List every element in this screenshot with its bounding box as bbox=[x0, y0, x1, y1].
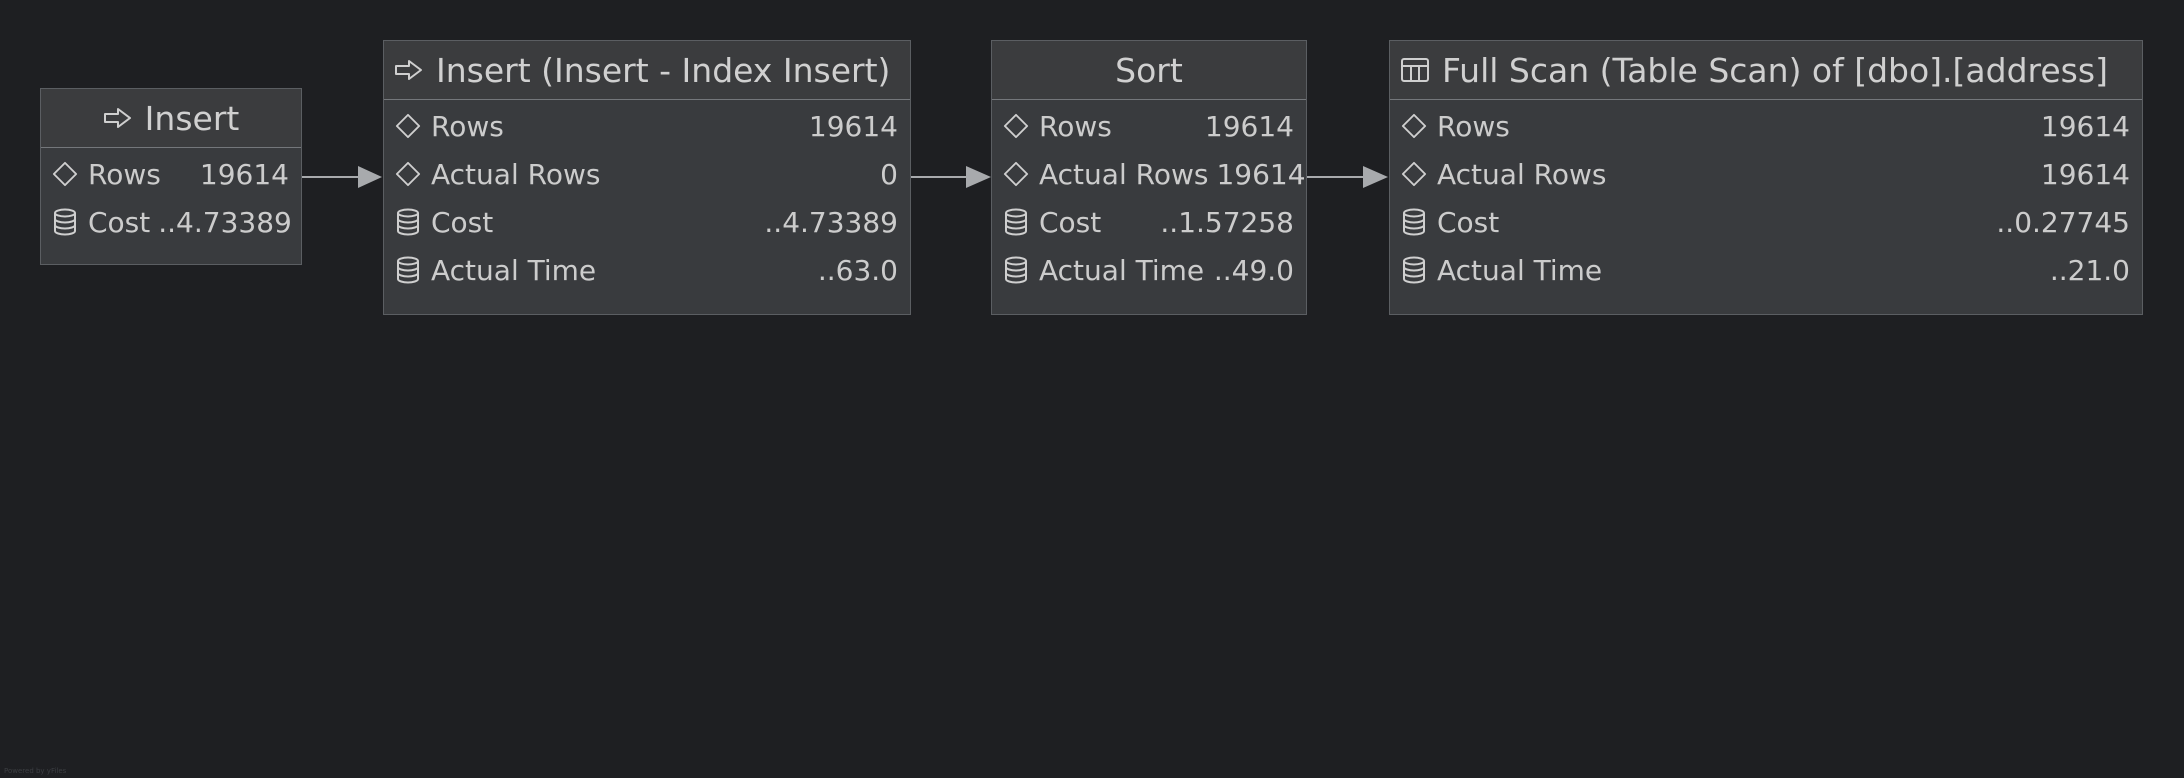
edge-0-1 bbox=[302, 166, 382, 188]
stat-label: Rows bbox=[431, 109, 504, 143]
node-title: Insert bbox=[144, 98, 240, 138]
stat-value: 19614 bbox=[2040, 157, 2130, 191]
stat-value: ..49.0 bbox=[1213, 253, 1294, 287]
stat-label: Actual Time bbox=[1039, 253, 1205, 287]
diamond-icon bbox=[1401, 160, 1427, 188]
node-title: Full Scan (Table Scan) of [dbo].[address… bbox=[1442, 50, 2108, 90]
diamond-icon bbox=[1003, 160, 1029, 188]
stat-row-rows: Rows 19614 bbox=[1390, 102, 2142, 150]
stat-label: Actual Rows bbox=[1039, 157, 1209, 191]
stat-value: ..63.0 bbox=[817, 253, 898, 287]
stat-label: Actual Time bbox=[431, 253, 597, 287]
stat-row-cost: Cost ..4.73389 bbox=[384, 198, 910, 246]
stat-label: Rows bbox=[1039, 109, 1112, 143]
stat-row-actual-rows: Actual Rows 19614 bbox=[1390, 150, 2142, 198]
stat-value: 19614 bbox=[1216, 157, 1306, 191]
credit-text: Powered by yFiles bbox=[4, 767, 67, 775]
node-title: Sort bbox=[1115, 50, 1183, 90]
database-icon bbox=[395, 256, 421, 284]
stat-row-actual-rows: Actual Rows 19614 bbox=[992, 150, 1306, 198]
stat-value: 19614 bbox=[808, 109, 898, 143]
stat-value: 19614 bbox=[199, 157, 289, 191]
arrow-right-icon bbox=[103, 106, 133, 130]
stat-row-actual-rows: Actual Rows 0 bbox=[384, 150, 910, 198]
stat-row-actual-time: Actual Time ..49.0 bbox=[992, 246, 1306, 294]
stat-label: Cost bbox=[1437, 205, 1500, 239]
stat-value: 19614 bbox=[1204, 109, 1294, 143]
stat-row-actual-time: Actual Time ..63.0 bbox=[384, 246, 910, 294]
stat-value: ..4.73389 bbox=[764, 205, 898, 239]
stat-label: Rows bbox=[1437, 109, 1510, 143]
diamond-icon bbox=[1003, 112, 1029, 140]
stat-value: ..1.57258 bbox=[1160, 205, 1294, 239]
stat-row-rows: Rows 19614 bbox=[384, 102, 910, 150]
stat-row-rows: Rows 19614 bbox=[992, 102, 1306, 150]
node-header: Insert (Insert - Index Insert) bbox=[384, 41, 910, 100]
stat-label: Cost bbox=[88, 205, 151, 239]
plan-node-index-insert[interactable]: Insert (Insert - Index Insert) Rows 1961… bbox=[383, 40, 911, 315]
diamond-icon bbox=[1401, 112, 1427, 140]
arrow-right-icon bbox=[394, 58, 424, 82]
stat-label: Cost bbox=[431, 205, 494, 239]
stat-label: Actual Rows bbox=[1437, 157, 1607, 191]
database-icon bbox=[1401, 208, 1427, 236]
plan-node-full-scan[interactable]: Full Scan (Table Scan) of [dbo].[address… bbox=[1389, 40, 2143, 315]
stat-value: 0 bbox=[880, 157, 898, 191]
stat-value: ..4.73389 bbox=[158, 205, 292, 239]
stat-row-cost: Cost ..1.57258 bbox=[992, 198, 1306, 246]
stat-value: ..21.0 bbox=[2049, 253, 2130, 287]
database-icon bbox=[1003, 256, 1029, 284]
node-header: Sort bbox=[992, 41, 1306, 100]
plan-node-insert[interactable]: Insert Rows 19614 Cost ..4.73389 bbox=[40, 88, 302, 265]
stat-row-rows: Rows 19614 bbox=[41, 150, 301, 198]
stat-label: Rows bbox=[88, 157, 161, 191]
node-header: Full Scan (Table Scan) of [dbo].[address… bbox=[1390, 41, 2142, 100]
stat-label: Cost bbox=[1039, 205, 1102, 239]
plan-node-sort[interactable]: Sort Rows 19614 Actual Rows 19614 Cost .… bbox=[991, 40, 1307, 315]
stat-value: ..0.27745 bbox=[1996, 205, 2130, 239]
database-icon bbox=[52, 208, 78, 236]
stat-value: 19614 bbox=[2040, 109, 2130, 143]
database-icon bbox=[1003, 208, 1029, 236]
database-icon bbox=[1401, 256, 1427, 284]
node-header: Insert bbox=[41, 89, 301, 148]
stat-row-cost: Cost ..4.73389 bbox=[41, 198, 301, 246]
stat-label: Actual Rows bbox=[431, 157, 601, 191]
diamond-icon bbox=[395, 160, 421, 188]
table-icon bbox=[1400, 57, 1430, 83]
node-title: Insert (Insert - Index Insert) bbox=[436, 50, 891, 90]
edge-2-3 bbox=[1307, 166, 1388, 188]
diamond-icon bbox=[395, 112, 421, 140]
stat-label: Actual Time bbox=[1437, 253, 1603, 287]
stat-row-cost: Cost ..0.27745 bbox=[1390, 198, 2142, 246]
stat-row-actual-time: Actual Time ..21.0 bbox=[1390, 246, 2142, 294]
edge-1-2 bbox=[911, 166, 991, 188]
database-icon bbox=[395, 208, 421, 236]
diamond-icon bbox=[52, 160, 78, 188]
